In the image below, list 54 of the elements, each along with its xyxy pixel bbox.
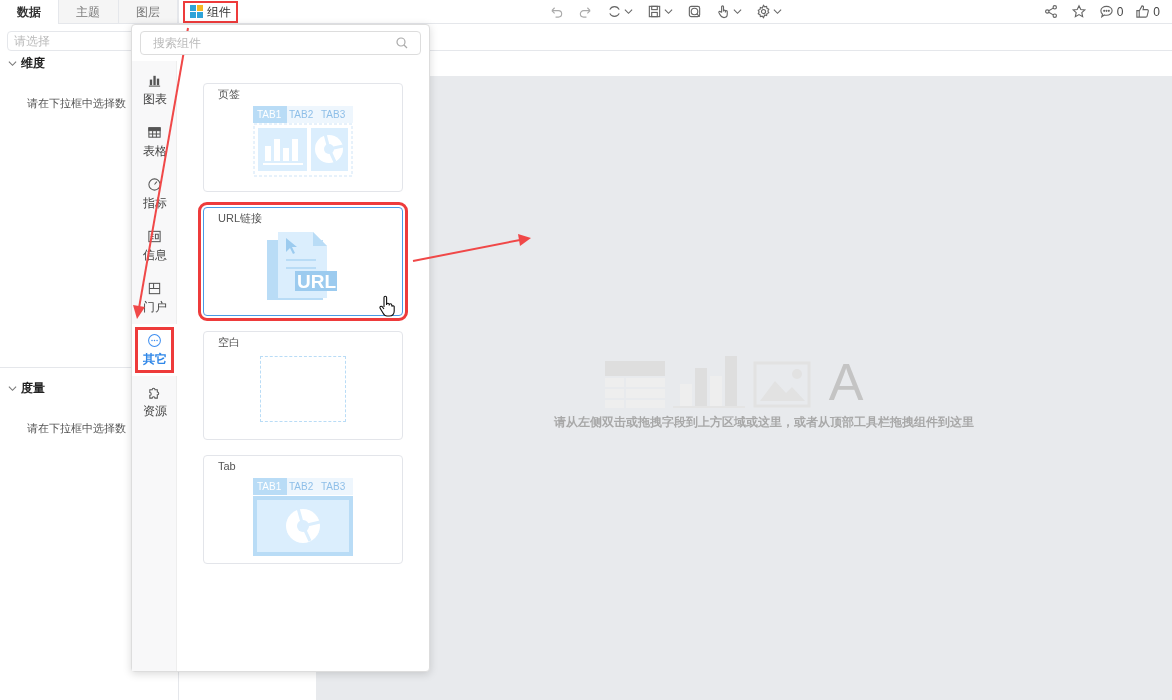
component-card[interactable]: 空白 xyxy=(203,331,403,440)
star-icon[interactable] xyxy=(1070,4,1087,19)
hand-icon[interactable] xyxy=(716,4,731,19)
category-item[interactable]: 资源 xyxy=(132,376,177,428)
puzzle-icon xyxy=(147,385,162,400)
empty-hint: 请在下拉框中选择数 xyxy=(27,421,126,436)
hand-cursor-icon xyxy=(378,295,396,317)
category-item[interactable]: 门户 xyxy=(132,272,177,324)
table-icon xyxy=(147,125,162,140)
section-title: 度量 xyxy=(21,380,45,396)
grid-logo-icon xyxy=(190,5,203,18)
like-count: 0 xyxy=(1153,3,1160,20)
chevron-icon[interactable] xyxy=(8,58,17,68)
chevron-icon[interactable] xyxy=(8,383,17,393)
url-label: URL xyxy=(297,271,337,292)
section-title: 维度 xyxy=(21,55,45,71)
share-icon[interactable] xyxy=(1042,4,1059,19)
card-title: 空白 xyxy=(217,335,241,349)
tab-label: TAB3 xyxy=(321,481,346,492)
thumbs-up-icon[interactable] xyxy=(1135,4,1151,19)
tab-label: TAB2 xyxy=(289,109,314,120)
tab-label: TAB2 xyxy=(289,481,314,492)
tab-label: TAB1 xyxy=(257,109,282,120)
category-item[interactable]: 图表 xyxy=(132,64,177,116)
save-icon[interactable] xyxy=(647,4,662,19)
settings-icon[interactable] xyxy=(756,4,771,19)
canvas-hint: 请从左侧双击或拖拽字段到上方区域或这里，或者从顶部工具栏拖拽组件到这里 xyxy=(554,414,974,430)
panel-tab[interactable]: 主题 xyxy=(59,0,119,24)
refresh-icon[interactable] xyxy=(607,4,622,19)
search-icon xyxy=(396,37,408,49)
chevron-down-icon[interactable] xyxy=(773,7,782,16)
card-title: 页签 xyxy=(217,87,241,101)
category-item[interactable]: 表格 xyxy=(132,116,177,168)
chevron-down-icon[interactable] xyxy=(664,7,673,16)
portal-icon xyxy=(147,281,162,296)
chart-icon xyxy=(147,73,162,88)
category-item[interactable]: 其它 xyxy=(132,324,177,376)
component-card[interactable]: 页签 TAB1 TAB2 TAB3 xyxy=(203,83,403,192)
card-title: URL链接 xyxy=(217,211,263,225)
gauge-icon xyxy=(147,177,162,192)
card-title: Tab xyxy=(217,459,237,473)
comment-icon[interactable] xyxy=(1098,4,1114,19)
info-icon xyxy=(147,229,162,244)
chevron-down-icon[interactable] xyxy=(624,7,633,16)
panel-tab[interactable]: 图层 xyxy=(118,0,178,24)
chevron-down-icon[interactable] xyxy=(733,7,742,16)
tab-label: TAB3 xyxy=(321,109,346,120)
comment-count: 0 xyxy=(1116,3,1124,20)
empty-hint: 请在下拉框中选择数 xyxy=(27,96,126,111)
components-button[interactable]: 组件 xyxy=(183,0,238,23)
more-icon xyxy=(147,333,162,348)
tab-label: TAB1 xyxy=(257,481,282,492)
component-card[interactable]: Tab TAB1 TAB2 TAB3 xyxy=(203,455,403,564)
preview-icon[interactable] xyxy=(687,4,702,19)
